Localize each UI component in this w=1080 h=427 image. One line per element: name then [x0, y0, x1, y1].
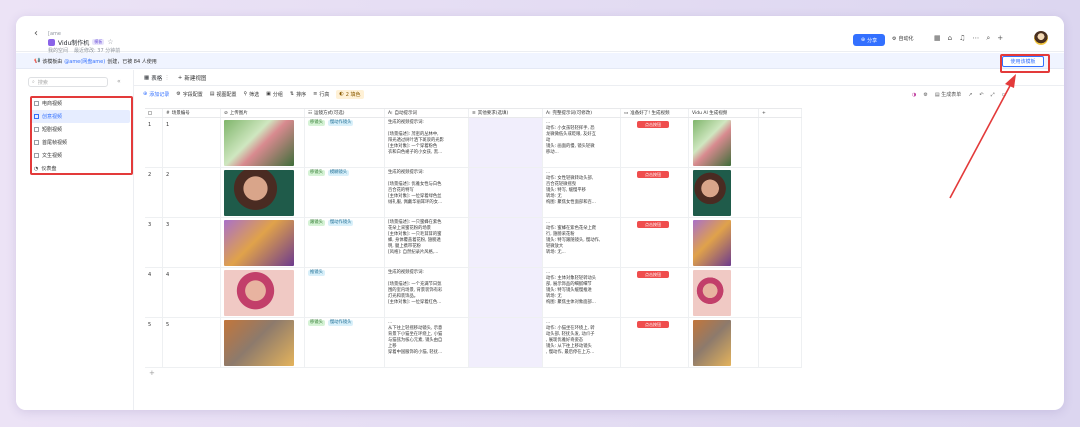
annotation-arrow [949, 74, 1016, 199]
